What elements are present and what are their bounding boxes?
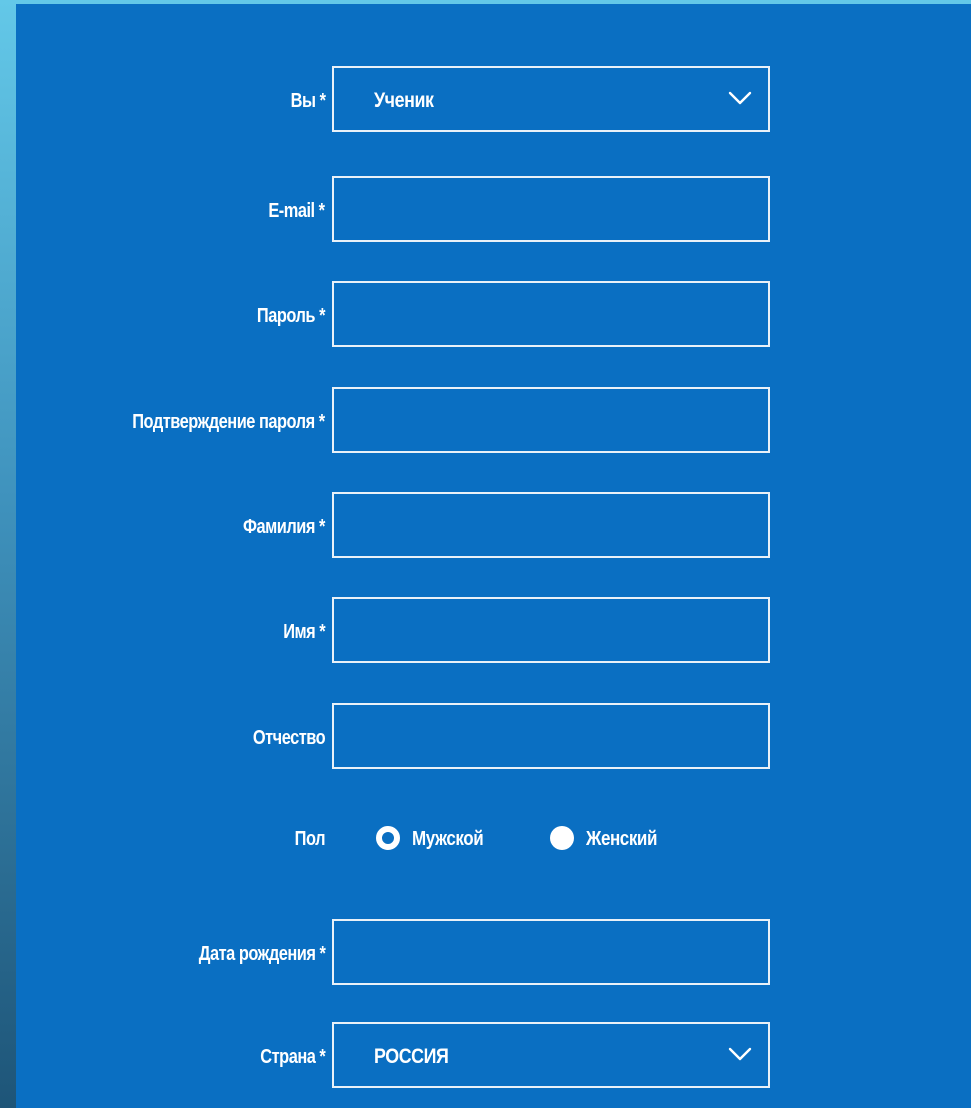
country-select-value: РОССИЯ — [374, 1045, 449, 1068]
radio-unselected-icon — [550, 826, 574, 850]
registration-form: Вы * Ученик E-mail * Пароль * Подтвержде… — [16, 4, 971, 1108]
first-name-label: Имя * — [283, 621, 325, 643]
last-name-input[interactable] — [332, 492, 770, 558]
gender-row: Пол Мужской Женский — [16, 804, 971, 874]
email-input[interactable] — [332, 176, 770, 242]
password-confirm-input[interactable] — [332, 387, 770, 453]
role-label: Вы * — [290, 90, 325, 112]
gender-option-female-label: Женский — [586, 828, 657, 850]
email-row: E-mail * — [16, 176, 971, 246]
country-select[interactable]: РОССИЯ — [332, 1022, 770, 1088]
password-input[interactable] — [332, 281, 770, 347]
password-label: Пароль * — [256, 305, 326, 327]
role-select-value: Ученик — [374, 89, 434, 112]
patronymic-row: Отчество — [16, 703, 971, 773]
patronymic-input[interactable] — [332, 703, 770, 769]
password-confirm-row: Подтверждение пароля * — [16, 387, 971, 457]
chevron-down-icon — [728, 1047, 752, 1061]
country-label: Страна * — [259, 1046, 326, 1068]
gender-label: Пол — [294, 828, 326, 850]
password-row: Пароль * — [16, 281, 971, 351]
password-confirm-label: Подтверждение пароля * — [132, 411, 326, 433]
birth-date-label: Дата рождения * — [198, 943, 325, 965]
birth-date-input[interactable] — [332, 919, 770, 985]
last-name-row: Фамилия * — [16, 492, 971, 562]
first-name-input[interactable] — [332, 597, 770, 663]
birth-date-row: Дата рождения * — [16, 919, 971, 989]
role-select[interactable]: Ученик — [332, 66, 770, 132]
patronymic-label: Отчество — [252, 727, 326, 749]
radio-selected-icon — [376, 826, 400, 850]
first-name-row: Имя * — [16, 597, 971, 667]
email-label: E-mail * — [268, 200, 326, 222]
chevron-down-icon — [728, 91, 752, 105]
role-row: Вы * Ученик — [16, 66, 971, 136]
gender-option-male-label: Мужской — [412, 828, 484, 850]
country-row: Страна * РОССИЯ — [16, 1022, 971, 1092]
last-name-label: Фамилия * — [243, 516, 325, 538]
